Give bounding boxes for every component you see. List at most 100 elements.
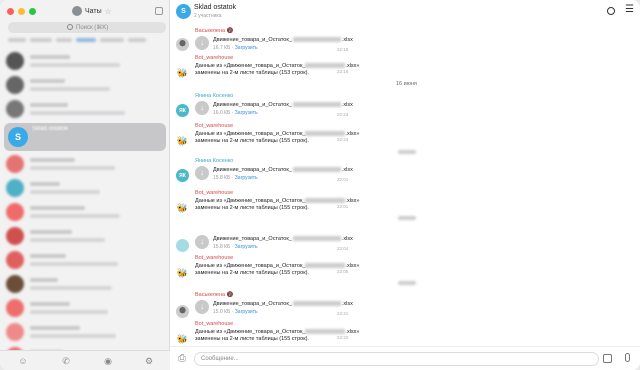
sender-name[interactable]: Bot_warehouse [195,190,233,196]
sender-avatar[interactable]: ЯК [176,169,189,182]
download-link[interactable]: Загрузить [235,175,258,181]
file-size: 16.7 КБ · Загрузить [213,45,258,51]
compose-icon[interactable] [155,7,163,15]
search-icon[interactable] [607,7,615,15]
bot-avatar[interactable]: 🐝 [176,135,189,148]
download-file-icon[interactable]: ↓ [195,300,209,314]
folder-tab[interactable] [30,38,52,42]
attach-paperclip-icon[interactable]: ⎙ [178,353,186,364]
bot-avatar[interactable]: 🐝 [176,67,189,80]
message-input-placeholder: Сообщение... [201,356,239,362]
chat-list-item[interactable] [0,98,170,121]
folder-tabs[interactable] [8,38,168,46]
chat-preview [30,87,110,91]
file-name[interactable]: Движение_товара_и_Остаток_ .xlsx [213,102,353,108]
sender-name[interactable]: Янина Косенко [195,93,233,99]
chat-avatar [6,203,24,221]
chat-avatar [6,100,24,118]
chat-name [30,278,58,282]
download-file-icon[interactable]: ↓ [195,101,209,115]
bot-avatar[interactable]: 🐝 [176,333,189,346]
message-time: 22:05 [337,269,349,274]
sender-avatar[interactable] [176,38,189,51]
download-file-icon[interactable]: ↓ [195,166,209,180]
chat-preview [30,334,116,338]
chats-icon[interactable]: ◉ [103,356,113,366]
download-file-icon[interactable]: ↓ [195,36,209,50]
chat-preview [30,238,105,242]
chat-list-item[interactable] [0,201,170,224]
minimize-window-button[interactable] [18,8,25,15]
chat-avatar: S [8,127,28,147]
chat-header-avatar[interactable]: S [176,4,191,19]
chat-avatar [6,251,24,269]
file-name[interactable]: Движение_товара_и_Остаток_ .xlsx [213,37,353,43]
chat-list-item[interactable] [0,153,170,176]
chat-avatar [6,227,24,245]
chat-list-item[interactable] [0,297,170,320]
folder-tab[interactable] [128,38,146,42]
message-composer: ⎙ Сообщение... [170,346,640,370]
folder-tab[interactable] [100,38,124,42]
message-time: 22:16 [337,69,349,74]
sender-name[interactable]: Bot_warehouse [195,123,233,129]
chat-list: S Sklad ostatok [0,50,170,369]
chat-search-input[interactable]: Поиск (⌘K) [8,22,166,33]
download-link[interactable]: Загрузить [235,45,258,51]
sticker-emoji-icon[interactable] [603,354,612,363]
chat-name [30,254,66,258]
chat-name [30,230,72,234]
bot-avatar[interactable]: 🐝 [176,267,189,280]
sidebar: Чаты ☆ Поиск (⌘K) S Sklad ostatok ☺ ✆ ◉ … [0,0,170,370]
chat-preview [30,286,112,290]
sidebar-title[interactable]: Чаты ☆ [72,6,112,16]
sender-name[interactable]: Янина Косенко [195,158,233,164]
sender-name[interactable]: Bot_warehouse [195,255,233,261]
chat-list-item[interactable] [0,74,170,97]
account-avatar[interactable] [72,6,82,16]
file-name[interactable]: Движение_товара_и_Остаток_ .xlsx [213,301,353,307]
file-name[interactable]: Движение_товара_и_Остаток_ .xlsx [213,236,353,242]
settings-gear-icon[interactable]: ⚙ [144,356,154,366]
zoom-window-button[interactable] [29,8,36,15]
chat-list-item[interactable] [0,225,170,248]
download-file-icon[interactable]: ↓ [195,235,209,249]
contacts-icon[interactable]: ☺ [18,356,28,366]
star-icon[interactable]: ☆ [105,7,112,16]
chat-avatar [6,52,24,70]
chat-list-item-active[interactable]: S Sklad ostatok [4,123,166,151]
sender-avatar[interactable]: ЯК [176,104,189,117]
chat-avatar [6,299,24,317]
message-time: 22:24 [337,137,349,142]
chat-header[interactable]: S Sklad ostatok 2 участника ☰ [170,0,640,23]
calls-icon[interactable]: ✆ [61,356,71,366]
file-size: 15.8 КБ · Загрузить [213,244,258,250]
chat-search-placeholder: Поиск (⌘K) [76,25,109,31]
sender-avatar[interactable] [176,239,189,252]
file-name[interactable]: Движение_товара_и_Остаток_ .xlsx [213,167,353,173]
microphone-icon[interactable] [625,353,630,362]
chat-list-item[interactable] [0,249,170,272]
more-menu-icon[interactable]: ☰ [625,5,634,15]
sender-avatar[interactable] [176,305,189,318]
chat-list-item[interactable] [0,321,170,344]
folder-tab[interactable] [56,38,72,42]
folder-tab[interactable] [8,38,26,42]
download-link[interactable]: Загрузить [235,244,258,250]
chat-list-item[interactable] [0,50,170,73]
download-link[interactable]: Загрузить [235,309,258,315]
message-input[interactable]: Сообщение... [194,352,599,366]
sender-name[interactable]: Bot_warehouse [195,321,233,327]
sender-name[interactable]: Bot_warehouse [195,55,233,61]
chat-avatar [6,323,24,341]
folder-tab[interactable] [76,38,96,42]
chat-list-item[interactable] [0,177,170,200]
chat-title[interactable]: Sklad ostatok [194,4,236,11]
sender-name[interactable]: Васькелена 🔞 [195,28,233,34]
sender-name[interactable]: Васькелена 🔞 [195,292,233,298]
chat-list-item[interactable] [0,273,170,296]
message-time: 22:01 [337,177,349,182]
close-window-button[interactable] [7,8,14,15]
download-link[interactable]: Загрузить [235,110,258,116]
bot-avatar[interactable]: 🐝 [176,202,189,215]
